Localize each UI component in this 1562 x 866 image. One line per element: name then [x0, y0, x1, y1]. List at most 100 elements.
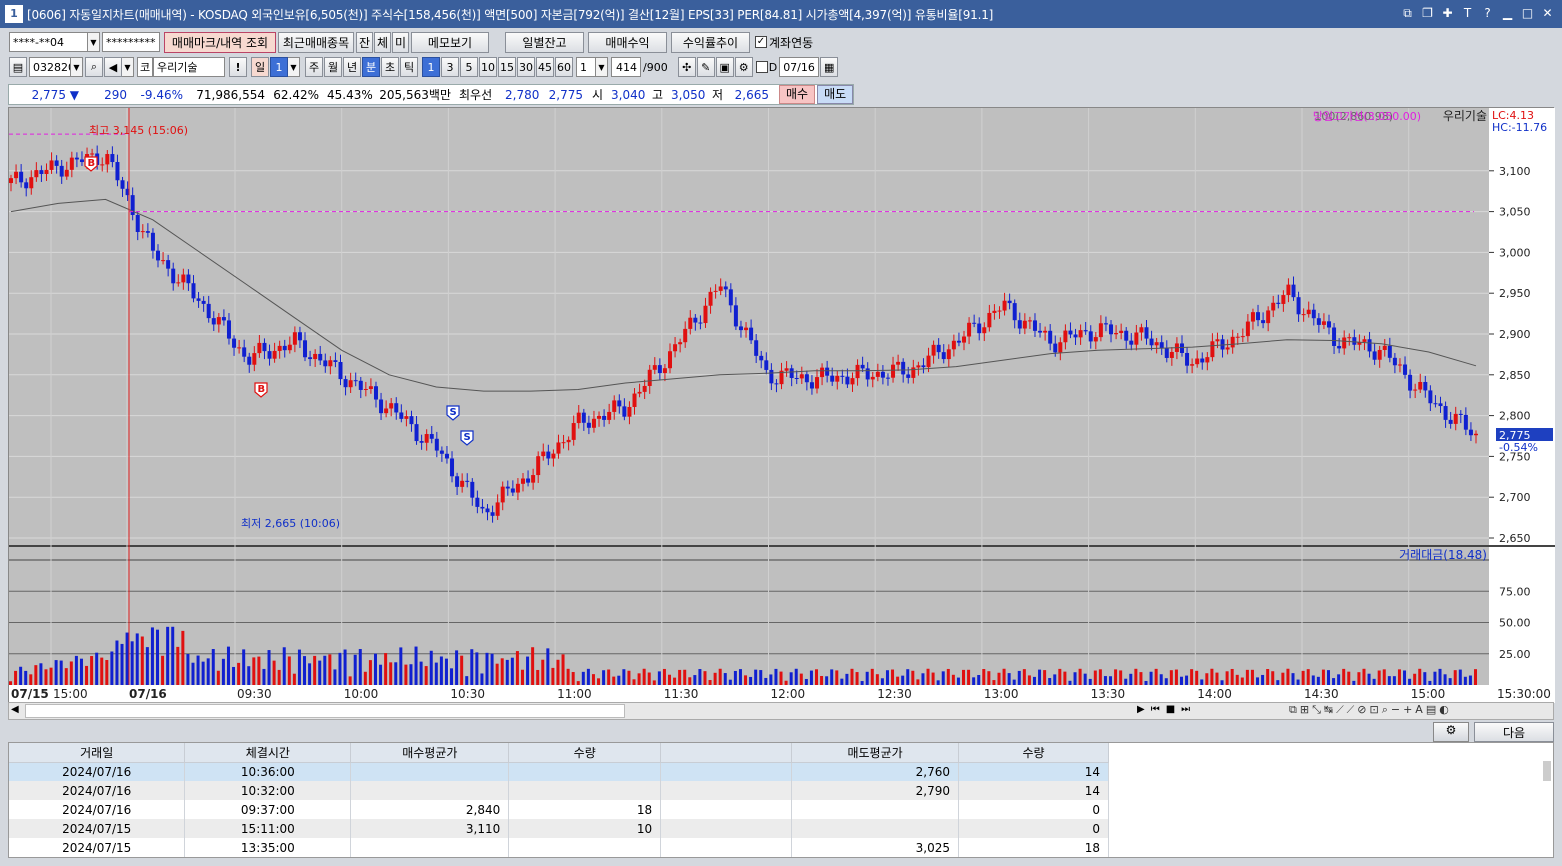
- pin-icon[interactable]: ✚: [1439, 5, 1456, 22]
- table-row[interactable]: 2024/07/16 09:37:00 2,840 18 0: [9, 800, 1109, 819]
- volume-bar: [956, 677, 960, 685]
- chevron-down-icon[interactable]: ▼: [71, 57, 83, 77]
- interval-10[interactable]: 10: [479, 57, 497, 77]
- table-row[interactable]: 2024/07/16 10:32:00 2,790 14: [9, 781, 1109, 800]
- account-select[interactable]: ****-**04: [9, 32, 88, 52]
- unfilled-tab[interactable]: 미: [392, 31, 409, 53]
- next-button[interactable]: 다음: [1474, 722, 1554, 742]
- chevron-down-icon[interactable]: ▼: [288, 57, 300, 77]
- volume-bar: [1408, 678, 1412, 685]
- account-link-checkbox[interactable]: ✓ 계좌연동: [755, 34, 813, 51]
- chart-scrollbar[interactable]: ◀ ▶ ⏮ ■ ⏭ ⧉⊞⤡↹⟋⟋⊘⊡⌕−+A▤◐: [8, 702, 1554, 720]
- volume-bar: [1468, 675, 1472, 685]
- candle-body: [1332, 327, 1337, 346]
- gear-icon[interactable]: ⚙: [734, 57, 753, 77]
- volume-bar: [546, 648, 550, 685]
- balance-tab[interactable]: 잔: [356, 31, 373, 53]
- data-count-input[interactable]: 414: [611, 57, 641, 77]
- mark-query-button[interactable]: 매매마크/내역 조회: [164, 31, 276, 53]
- interval-3[interactable]: 3: [441, 57, 459, 77]
- table-row[interactable]: 2024/07/15 13:35:00 3,025 18: [9, 838, 1109, 857]
- volume-tick-label: 50.00: [1499, 617, 1531, 630]
- candle-body: [784, 368, 789, 371]
- stock-code-input[interactable]: 032820: [29, 57, 71, 77]
- table-cell: 2024/07/15: [9, 819, 186, 838]
- maximize-icon[interactable]: □: [1519, 5, 1536, 22]
- time-label: 10:00: [344, 687, 379, 701]
- chart-tools-icons[interactable]: ⧉⊞⤡↹⟋⟋⊘⊡⌕−+A▤◐: [1289, 703, 1452, 717]
- save-icon[interactable]: ▣: [715, 57, 734, 77]
- volume-bar: [627, 670, 631, 685]
- table-scrollbar[interactable]: [1543, 761, 1551, 781]
- interval-5[interactable]: 5: [460, 57, 478, 77]
- period-second[interactable]: 초: [381, 57, 399, 77]
- close-icon[interactable]: ✕: [1539, 5, 1556, 22]
- minimize-icon[interactable]: ▁: [1499, 5, 1516, 22]
- alert-button[interactable]: !: [229, 57, 247, 77]
- chart-panel[interactable]: B B S S 3,100 3,050 3,000 2,950 2,900 2,850 2,800…: [8, 107, 1555, 703]
- candle-body: [754, 340, 759, 356]
- scroll-nav-icons[interactable]: ▶ ⏮ ■ ⏭: [1137, 704, 1190, 715]
- interval-15[interactable]: 15: [498, 57, 516, 77]
- candle-body: [982, 327, 987, 334]
- candle-body: [100, 164, 105, 166]
- crosshair-icon[interactable]: ✣: [677, 57, 696, 77]
- candle-body: [1210, 341, 1215, 358]
- volume-bar: [1179, 676, 1183, 685]
- search-icon[interactable]: ⌕: [85, 57, 103, 77]
- draw-tool-icon[interactable]: ✎: [696, 57, 715, 77]
- last-icon[interactable]: ⏭: [1181, 704, 1190, 715]
- date-checkbox[interactable]: [755, 61, 768, 73]
- scroll-left-icon[interactable]: ◀: [11, 704, 19, 715]
- period-year[interactable]: 년: [343, 57, 361, 77]
- list-icon[interactable]: ▤: [9, 57, 27, 77]
- font-icon[interactable]: T: [1459, 5, 1476, 22]
- market-label: 코: [137, 57, 153, 77]
- interval-1[interactable]: 1: [422, 57, 440, 77]
- candle-body: [931, 344, 936, 356]
- help-icon[interactable]: ?: [1479, 5, 1496, 22]
- daily-balance-button[interactable]: 일별잔고: [505, 31, 584, 53]
- table-row[interactable]: 2024/07/15 15:11:00 3,110 10 0: [9, 819, 1109, 838]
- scroll-right-icon[interactable]: ▶: [1137, 704, 1145, 715]
- first-icon[interactable]: ⏮: [1151, 704, 1160, 715]
- stop-icon[interactable]: ■: [1166, 704, 1175, 715]
- period-month[interactable]: 월: [324, 57, 342, 77]
- layout-icon[interactable]: ⧉: [1399, 5, 1416, 22]
- interval-60[interactable]: 60: [555, 57, 573, 77]
- recent-trades-button[interactable]: 최근매매종목: [278, 31, 354, 53]
- volume-bar: [1433, 671, 1437, 685]
- speaker-icon[interactable]: ◀: [104, 57, 122, 77]
- unit-input[interactable]: 1: [576, 57, 596, 77]
- profit-trend-button[interactable]: 수익률추이: [671, 31, 750, 53]
- chevron-down-icon[interactable]: ▼: [596, 57, 608, 77]
- password-field[interactable]: *********: [102, 32, 160, 52]
- table-row[interactable]: 2024/07/16 10:36:00 2,760 14: [9, 762, 1109, 781]
- calendar-icon[interactable]: ▦: [820, 57, 839, 77]
- candle-body: [1073, 334, 1078, 338]
- executed-tab[interactable]: 체: [374, 31, 391, 53]
- period-tick[interactable]: 틱: [400, 57, 418, 77]
- period-week[interactable]: 주: [305, 57, 323, 77]
- chevron-down-icon[interactable]: ▼: [88, 32, 100, 52]
- interval-45[interactable]: 45: [536, 57, 554, 77]
- period-minute[interactable]: 분: [362, 57, 380, 77]
- copy-icon[interactable]: ❐: [1419, 5, 1436, 22]
- memo-button[interactable]: 메모보기: [411, 31, 489, 53]
- candle-body: [591, 418, 596, 428]
- day-count[interactable]: 1: [270, 57, 288, 77]
- chevron-down-icon[interactable]: ▼: [122, 57, 134, 77]
- volume-bar: [896, 676, 900, 685]
- candle-body: [607, 411, 612, 420]
- table-cell: [350, 838, 510, 857]
- period-day[interactable]: 일: [251, 57, 269, 77]
- settings-button[interactable]: ⚙: [1433, 722, 1469, 742]
- buy-button[interactable]: 매수: [779, 85, 816, 104]
- price-chart[interactable]: B B S S 3,100 3,050 3,000 2,950 2,900 2,850 2,800…: [9, 108, 1555, 703]
- date-input[interactable]: 07/16: [779, 57, 820, 77]
- sell-button[interactable]: 매도: [817, 85, 854, 104]
- volume-bar: [1306, 669, 1310, 685]
- scroll-thumb[interactable]: [25, 704, 625, 718]
- interval-30[interactable]: 30: [517, 57, 535, 77]
- trade-profit-button[interactable]: 매매수익: [588, 31, 667, 53]
